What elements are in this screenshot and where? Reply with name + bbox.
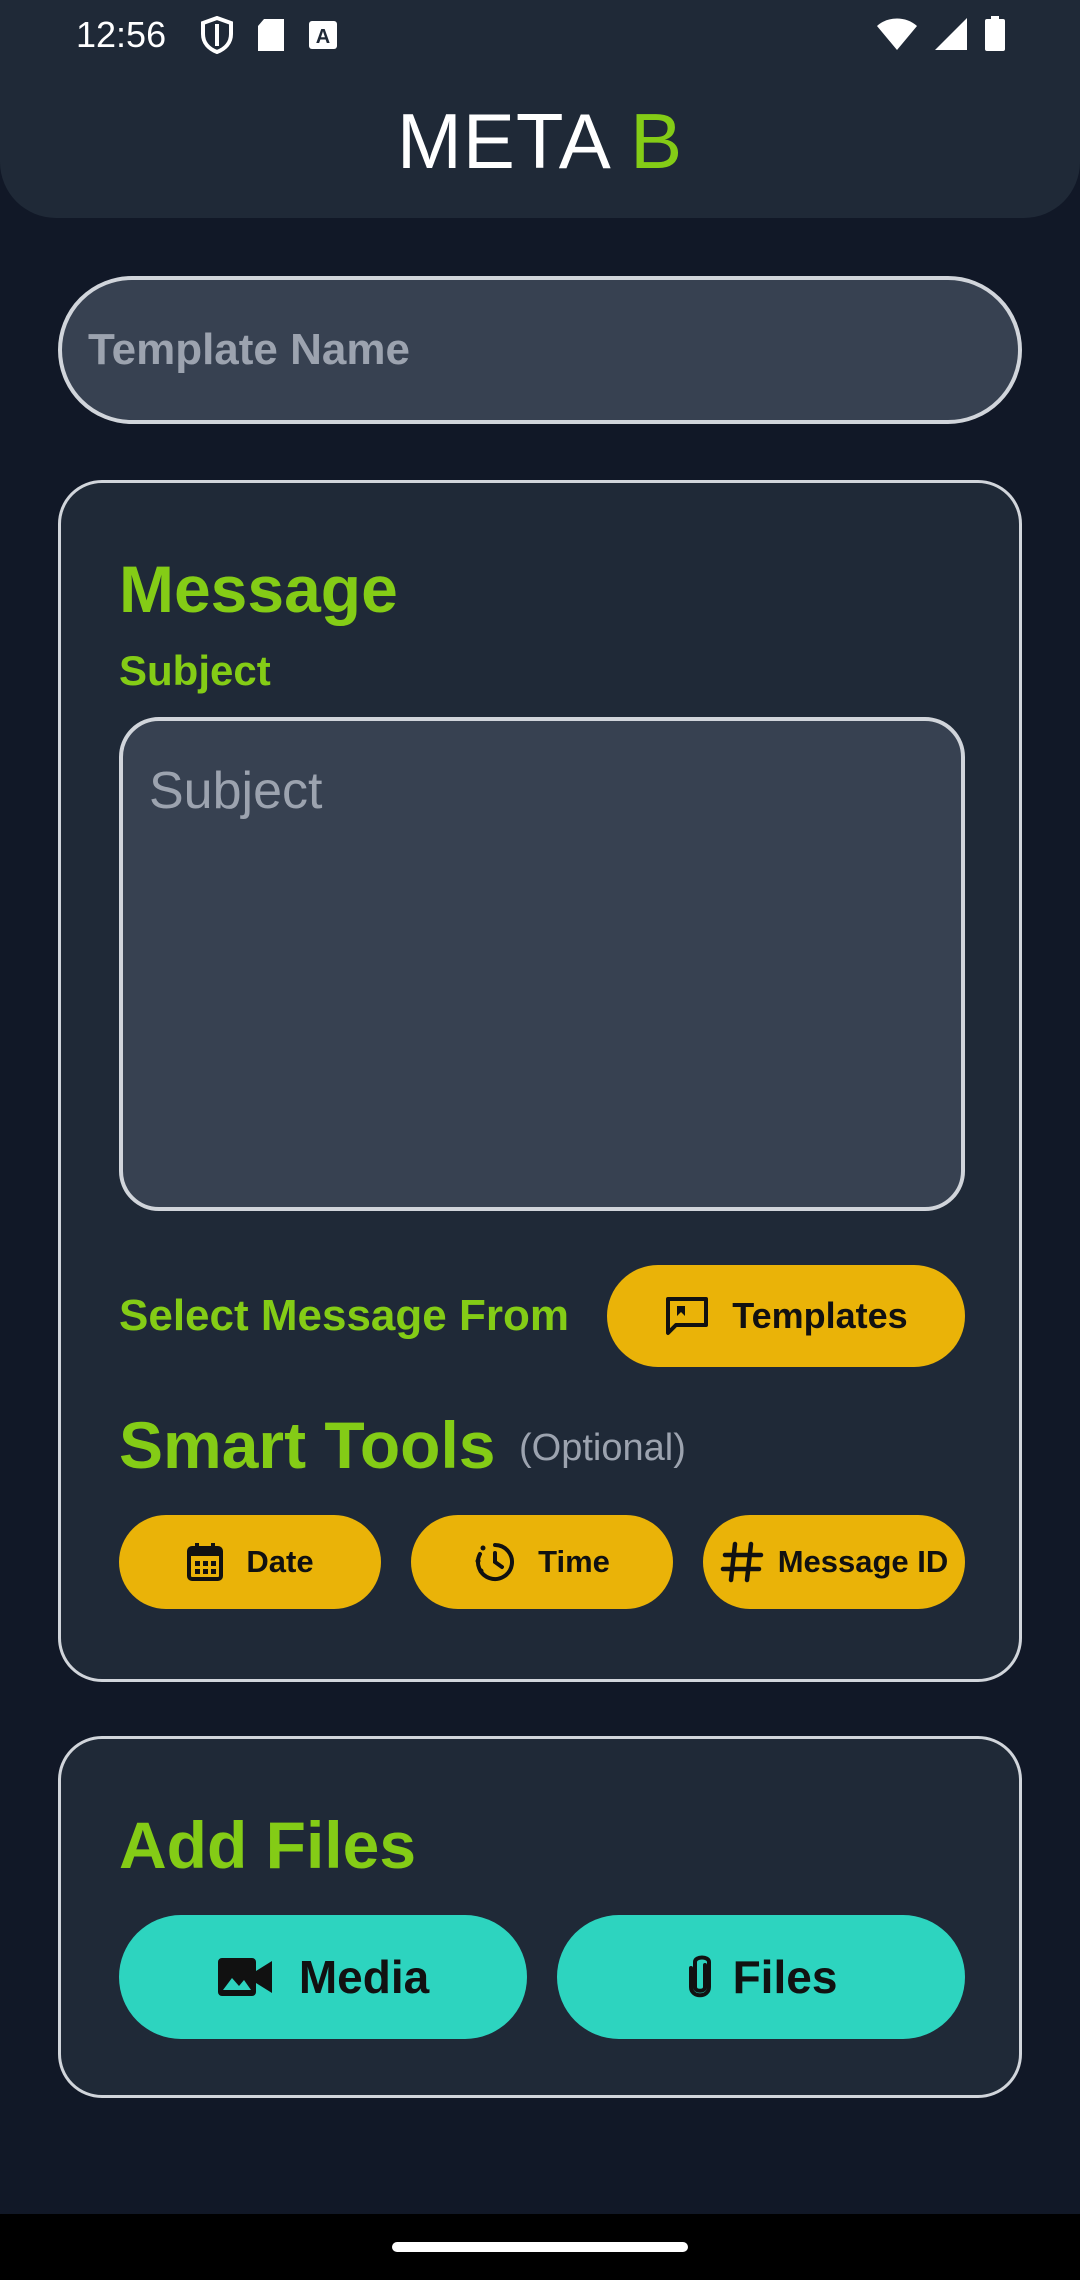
message-card: Message Subject Select Message From Temp… — [58, 480, 1022, 1682]
video-camera-icon — [217, 1956, 273, 1998]
add-files-card: Add Files Media Files — [58, 1736, 1022, 2098]
battery-icon — [984, 16, 1006, 52]
home-gesture-handle[interactable] — [392, 2242, 688, 2252]
date-chip-label: Date — [246, 1544, 314, 1579]
templates-button-label: Templates — [732, 1295, 908, 1336]
message-id-chip-label: Message ID — [777, 1544, 949, 1579]
hash-icon — [720, 1540, 764, 1584]
date-chip[interactable]: Date — [119, 1515, 381, 1609]
optional-label: (Optional) — [519, 1427, 686, 1469]
paperclip-icon — [685, 1954, 715, 2000]
shield-icon — [200, 16, 234, 54]
clock-icon — [474, 1541, 516, 1583]
svg-text:A: A — [316, 26, 330, 48]
add-files-title: Add Files — [119, 1808, 417, 1882]
subject-label: Subject — [119, 647, 271, 694]
app-title: META B — [0, 96, 1080, 187]
files-button[interactable]: Files — [557, 1915, 965, 2039]
font-a-icon: A — [308, 20, 338, 50]
calendar-icon — [186, 1542, 224, 1582]
status-bar: 12:56 A — [0, 0, 1080, 70]
wifi-icon — [876, 17, 918, 51]
smart-tools-title: Smart Tools — [119, 1408, 496, 1482]
media-button[interactable]: Media — [119, 1915, 527, 2039]
select-message-from-label: Select Message From — [119, 1291, 569, 1340]
app-header: 12:56 A META B — [0, 0, 1080, 218]
status-icons-right — [876, 16, 1006, 52]
templates-button[interactable]: Templates — [607, 1265, 965, 1367]
files-button-label: Files — [732, 1951, 838, 2003]
template-name-input[interactable] — [58, 276, 1022, 424]
cellular-signal-icon — [934, 17, 968, 51]
time-chip[interactable]: Time — [411, 1515, 673, 1609]
message-title: Message — [119, 552, 398, 626]
app-title-accent: B — [630, 97, 684, 185]
sd-card-icon — [256, 18, 286, 52]
status-icons-left: A — [200, 16, 338, 54]
app-title-main: META — [396, 97, 608, 185]
message-id-chip[interactable]: Message ID — [703, 1515, 965, 1609]
time-chip-label: Time — [538, 1544, 610, 1579]
media-button-label: Media — [298, 1951, 430, 2003]
subject-input[interactable] — [119, 717, 965, 1211]
status-time: 12:56 — [76, 14, 167, 55]
message-square-icon — [664, 1295, 710, 1337]
navigation-bar — [0, 2214, 1080, 2280]
